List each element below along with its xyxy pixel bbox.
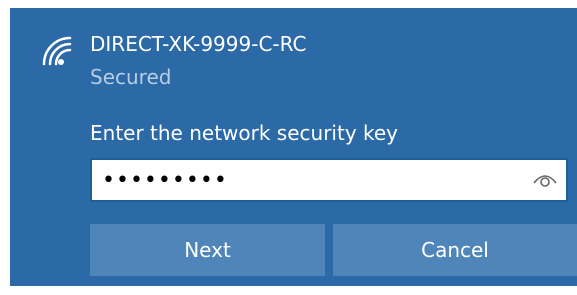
security-key-field[interactable] — [90, 158, 568, 202]
security-key-prompt: Enter the network security key — [90, 121, 399, 145]
next-button[interactable]: Next — [90, 224, 325, 276]
eye-icon[interactable] — [532, 169, 558, 189]
wifi-secured-icon — [42, 36, 72, 66]
cancel-button[interactable]: Cancel — [333, 224, 577, 276]
security-key-input[interactable] — [102, 160, 522, 200]
network-name: DIRECT-XK-9999-C-RC — [90, 32, 307, 56]
network-status: Secured — [90, 65, 172, 89]
wifi-network-panel: DIRECT-XK-9999-C-RC Secured Enter the ne… — [10, 8, 577, 286]
